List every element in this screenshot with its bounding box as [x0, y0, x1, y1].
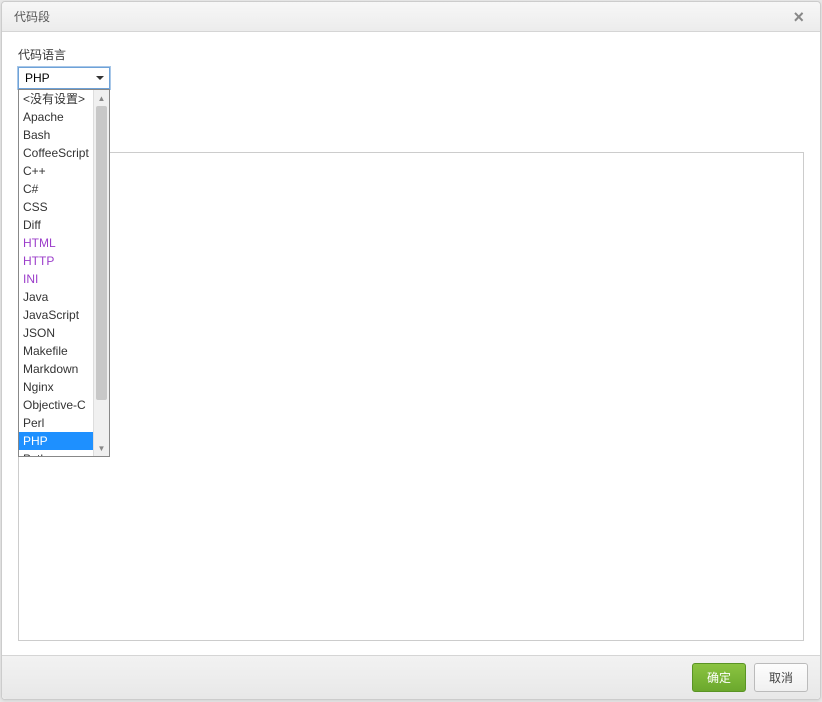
dropdown-option[interactable]: <没有设置>	[19, 90, 93, 108]
dropdown-option[interactable]: CoffeeScript	[19, 144, 93, 162]
dropdown-option[interactable]: HTML	[19, 234, 93, 252]
cancel-button[interactable]: 取消	[754, 663, 808, 692]
dropdown-list: <没有设置>ApacheBashCoffeeScriptC++C#CSSDiff…	[19, 90, 93, 456]
dropdown-option[interactable]: CSS	[19, 198, 93, 216]
dropdown-option[interactable]: Apache	[19, 108, 93, 126]
dialog-body: 代码语言 PHP <没有设置>ApacheBashCoffeeScriptC++…	[2, 32, 820, 655]
dialog-header: 代码段 ×	[2, 2, 820, 32]
dropdown-option[interactable]: JavaScript	[19, 306, 93, 324]
scrollbar[interactable]: ▲ ▼	[93, 90, 109, 456]
dialog-footer: 确定 取消	[2, 655, 820, 699]
chevron-down-icon	[93, 71, 107, 85]
language-select-wrap: PHP <没有设置>ApacheBashCoffeeScriptC++C#CSS…	[18, 67, 110, 89]
scroll-thumb[interactable]	[96, 106, 107, 400]
language-label: 代码语言	[18, 46, 804, 63]
dropdown-option[interactable]: C++	[19, 162, 93, 180]
language-select[interactable]: PHP	[18, 67, 110, 89]
dropdown-option[interactable]: Java	[19, 288, 93, 306]
dropdown-option[interactable]: INI	[19, 270, 93, 288]
scroll-down-icon[interactable]: ▼	[94, 440, 109, 456]
dropdown-option[interactable]: C#	[19, 180, 93, 198]
dropdown-option[interactable]: Objective-C	[19, 396, 93, 414]
dropdown-option[interactable]: Diff	[19, 216, 93, 234]
dialog-title: 代码段	[14, 8, 50, 25]
dropdown-option[interactable]: Nginx	[19, 378, 93, 396]
dropdown-option[interactable]: Makefile	[19, 342, 93, 360]
scroll-track[interactable]	[94, 106, 109, 440]
ok-button[interactable]: 确定	[692, 663, 746, 692]
dropdown-option[interactable]: HTTP	[19, 252, 93, 270]
content-textarea[interactable]	[18, 152, 804, 641]
language-dropdown: <没有设置>ApacheBashCoffeeScriptC++C#CSSDiff…	[18, 89, 110, 457]
dropdown-option[interactable]: Perl	[19, 414, 93, 432]
close-icon[interactable]: ×	[789, 8, 808, 26]
dropdown-option[interactable]: Markdown	[19, 360, 93, 378]
dropdown-option[interactable]: Bash	[19, 126, 93, 144]
dropdown-option[interactable]: Python	[19, 450, 93, 456]
language-select-value: PHP	[25, 71, 50, 85]
code-snippet-dialog: 代码段 × 代码语言 PHP <没有设置>ApacheBashCoffeeScr…	[1, 1, 821, 700]
dropdown-option[interactable]: PHP	[19, 432, 93, 450]
dropdown-option[interactable]: JSON	[19, 324, 93, 342]
scroll-up-icon[interactable]: ▲	[94, 90, 109, 106]
